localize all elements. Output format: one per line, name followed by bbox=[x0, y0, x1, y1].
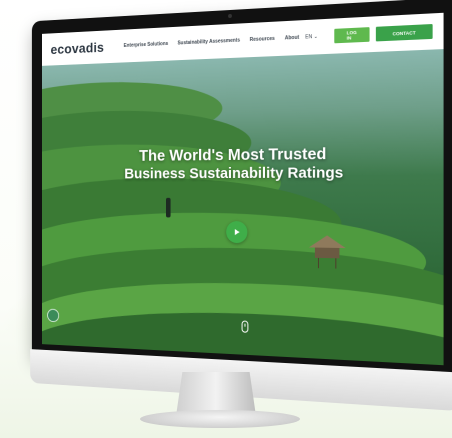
hero-section: The World's Most Trusted Business Sustai… bbox=[42, 49, 444, 366]
nav-resources[interactable]: Resources bbox=[250, 36, 275, 43]
farmer-figure bbox=[165, 197, 171, 218]
ecovadis-logo[interactable]: ecovadis bbox=[51, 39, 105, 57]
play-icon bbox=[234, 228, 239, 235]
nav-about[interactable]: About bbox=[285, 35, 299, 42]
scroll-mouse-icon[interactable] bbox=[241, 320, 249, 333]
monitor-frame: ecovadis Enterprise Solutions Sustainabi… bbox=[30, 0, 452, 412]
hut-roof bbox=[308, 235, 346, 249]
hero-title: The World's Most Trusted Business Sustai… bbox=[42, 143, 444, 183]
nav-enterprise-solutions[interactable]: Enterprise Solutions bbox=[124, 41, 169, 49]
camera-dot bbox=[228, 13, 232, 19]
hut-body bbox=[314, 247, 340, 259]
chat-badge-icon[interactable] bbox=[47, 308, 60, 323]
play-video-button[interactable] bbox=[226, 220, 248, 244]
contact-button[interactable]: CONTACT bbox=[375, 23, 434, 42]
nav-sustainability-assessments[interactable]: Sustainability Assessments bbox=[177, 38, 240, 47]
hero-title-line-2: Business Sustainability Ratings bbox=[124, 164, 344, 183]
language-selector[interactable]: EN ⌄ bbox=[305, 34, 318, 41]
website-screen: ecovadis Enterprise Solutions Sustainabi… bbox=[42, 12, 444, 366]
login-button[interactable]: LOG IN bbox=[334, 27, 370, 44]
nav-links: Enterprise Solutions Sustainability Asse… bbox=[124, 35, 299, 49]
monitor-stand-base bbox=[140, 410, 300, 428]
